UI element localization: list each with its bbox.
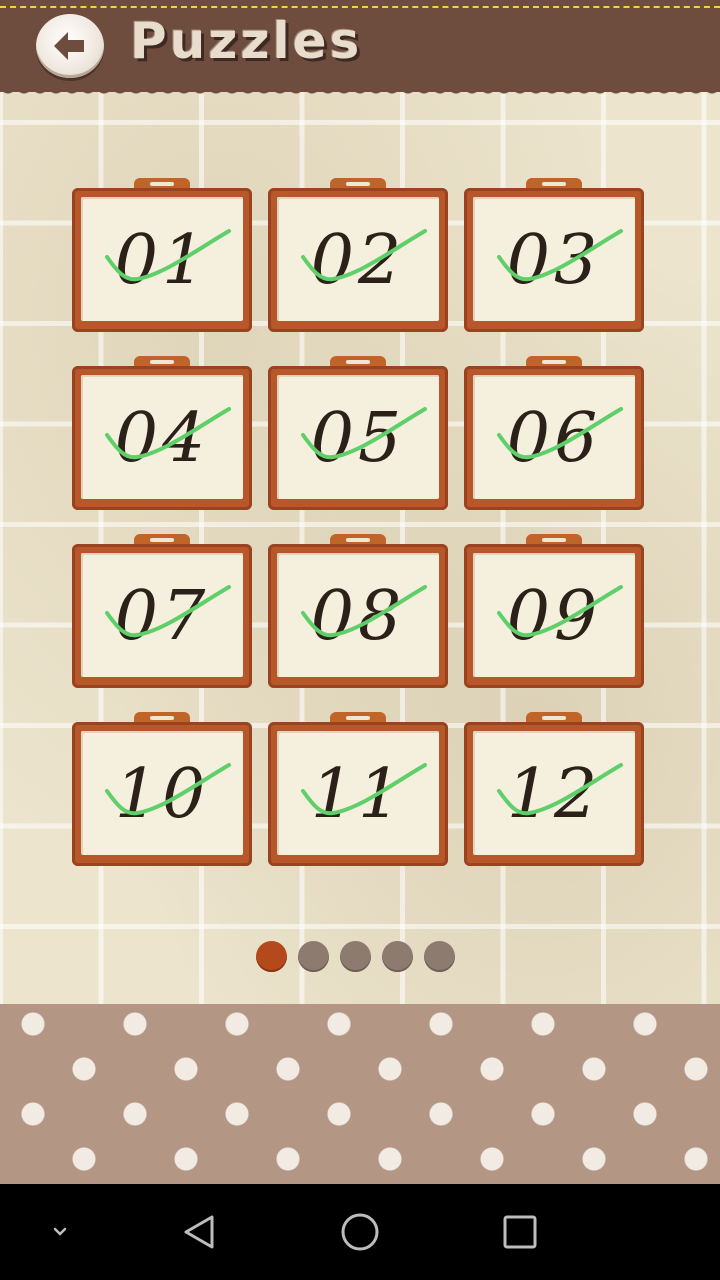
checkmark-icon — [105, 407, 231, 460]
tile-frame: 08 — [268, 544, 448, 688]
checkmark-icon — [497, 585, 623, 638]
tile-face: 08 — [277, 553, 439, 677]
checkmark-icon — [301, 585, 427, 638]
chevron-down-icon — [53, 1227, 67, 1236]
tile-frame: 04 — [72, 366, 252, 510]
page-dot-5[interactable] — [424, 941, 455, 972]
checkmark-icon — [301, 763, 427, 816]
level-tile-10[interactable]: 10 — [72, 712, 252, 866]
page-dot-1[interactable] — [256, 941, 287, 972]
page-dot-4[interactable] — [382, 941, 413, 972]
tile-frame: 05 — [268, 366, 448, 510]
tile-face: 01 — [81, 197, 243, 321]
checkmark-icon — [105, 763, 231, 816]
tile-frame: 12 — [464, 722, 644, 866]
nav-back-button[interactable] — [170, 1184, 230, 1280]
checkmark-icon — [301, 229, 427, 282]
tile-face: 03 — [473, 197, 635, 321]
level-tile-05[interactable]: 05 — [268, 356, 448, 510]
tile-face: 06 — [473, 375, 635, 499]
page-title: Puzzles — [130, 12, 363, 70]
tile-frame: 07 — [72, 544, 252, 688]
page-dot-2[interactable] — [298, 941, 329, 972]
level-tile-01[interactable]: 01 — [72, 178, 252, 332]
checkmark-icon — [301, 407, 427, 460]
page-dot-3[interactable] — [340, 941, 371, 972]
level-tile-11[interactable]: 11 — [268, 712, 448, 866]
level-tile-06[interactable]: 06 — [464, 356, 644, 510]
checkmark-icon — [497, 407, 623, 460]
tile-frame: 02 — [268, 188, 448, 332]
back-button[interactable] — [36, 14, 104, 78]
checkmark-icon — [105, 585, 231, 638]
scalloped-edge — [0, 86, 720, 106]
level-tile-02[interactable]: 02 — [268, 178, 448, 332]
tile-face: 05 — [277, 375, 439, 499]
back-arrow-icon — [54, 32, 84, 60]
polka-dot-footer — [0, 1004, 720, 1184]
level-tile-03[interactable]: 03 — [464, 178, 644, 332]
checkmark-icon — [497, 763, 623, 816]
tile-frame: 06 — [464, 366, 644, 510]
tile-frame: 03 — [464, 188, 644, 332]
level-tile-07[interactable]: 07 — [72, 534, 252, 688]
tile-face: 12 — [473, 731, 635, 855]
tile-frame: 11 — [268, 722, 448, 866]
hide-keyboard-button[interactable] — [30, 1184, 90, 1280]
level-tile-04[interactable]: 04 — [72, 356, 252, 510]
tile-frame: 10 — [72, 722, 252, 866]
nav-recents-button[interactable] — [490, 1184, 550, 1280]
home-circle-icon — [341, 1213, 379, 1251]
nav-home-button[interactable] — [330, 1184, 390, 1280]
recents-square-icon — [503, 1215, 537, 1249]
level-tile-12[interactable]: 12 — [464, 712, 644, 866]
checkmark-icon — [497, 229, 623, 282]
tile-face: 11 — [277, 731, 439, 855]
tile-face: 09 — [473, 553, 635, 677]
page-indicator — [256, 941, 455, 973]
top-bar: Puzzles — [0, 0, 720, 92]
tile-face: 07 — [81, 553, 243, 677]
tile-frame: 09 — [464, 544, 644, 688]
tile-face: 04 — [81, 375, 243, 499]
level-tile-08[interactable]: 08 — [268, 534, 448, 688]
level-tile-09[interactable]: 09 — [464, 534, 644, 688]
checkmark-icon — [105, 229, 231, 282]
back-triangle-icon — [184, 1215, 214, 1249]
tile-face: 02 — [277, 197, 439, 321]
tile-frame: 01 — [72, 188, 252, 332]
system-navigation-bar — [0, 1184, 720, 1280]
tile-face: 10 — [81, 731, 243, 855]
